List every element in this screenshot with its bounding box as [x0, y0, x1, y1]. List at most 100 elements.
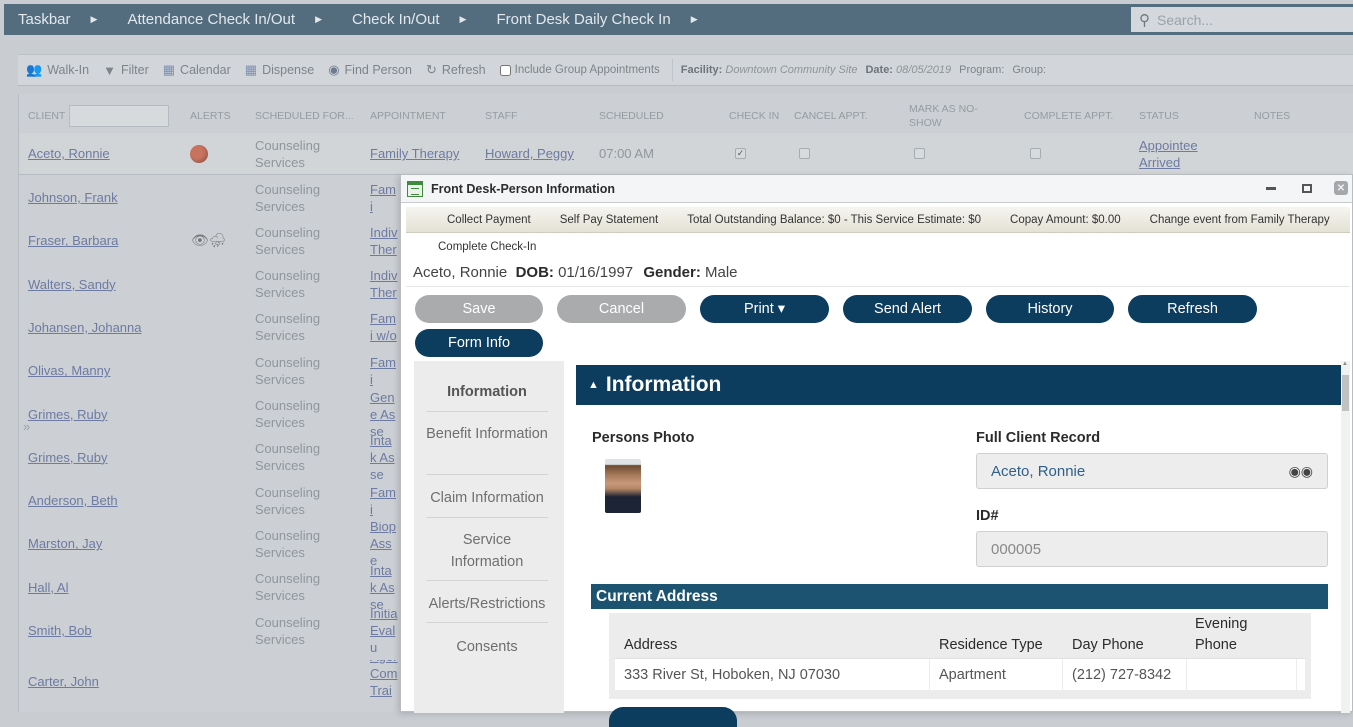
self-pay-statement-button[interactable]: Self Pay Statement: [560, 214, 658, 226]
minimize-button[interactable]: [1262, 179, 1280, 197]
client-link[interactable]: Carter, John: [28, 673, 99, 690]
find-person-button[interactable]: ◉ Find Person: [328, 62, 412, 78]
appointment-link[interactable]: Gene Asse: [370, 393, 398, 436]
client-link[interactable]: Johansen, Johanna: [28, 319, 141, 336]
include-group-checkbox[interactable]: [499, 64, 511, 76]
full-client-record-field[interactable]: Aceto, Ronnie ◉◉: [976, 453, 1328, 489]
search-input[interactable]: [1157, 11, 1337, 28]
breadcrumb-label[interactable]: Front Desk Daily Check In: [496, 11, 670, 28]
column-cancel-appt[interactable]: CANCEL APPT.: [794, 94, 868, 138]
nav-alerts-restrictions[interactable]: Alerts/Restrictions: [426, 593, 548, 615]
column-check-in[interactable]: CHECK IN: [729, 94, 779, 138]
column-alerts[interactable]: ALERTS: [190, 94, 231, 138]
client-link[interactable]: Anderson, Beth: [28, 492, 118, 509]
cancel-appt-checkbox[interactable]: [799, 148, 810, 159]
client-link[interactable]: Smith, Bob: [28, 622, 92, 639]
table-row[interactable]: Aceto, Ronnie Counseling Services Family…: [19, 133, 1353, 175]
dialog-titlebar[interactable]: Front Desk-Person Information ✕: [401, 175, 1352, 203]
walk-in-button[interactable]: 👥 Walk-In: [26, 62, 89, 78]
client-link[interactable]: Aceto, Ronnie: [28, 145, 110, 162]
nav-information[interactable]: Information: [426, 381, 548, 403]
form-info-button[interactable]: Form Info: [415, 329, 543, 357]
expand-panel-icon[interactable]: »: [23, 419, 30, 434]
breadcrumb-label[interactable]: Attendance Check In/Out: [127, 11, 295, 28]
client-link[interactable]: Walters, Sandy: [28, 276, 116, 293]
id-field[interactable]: 000005: [976, 531, 1328, 567]
eye-storm-icon[interactable]: 👁⛈: [191, 219, 227, 262]
appointment-link[interactable]: Fami w/o: [370, 310, 398, 344]
nav-claim-information[interactable]: Claim Information: [426, 487, 548, 509]
scrollbar-thumb[interactable]: [1342, 375, 1349, 411]
red-alert-icon[interactable]: [190, 144, 208, 163]
nav-consents[interactable]: Consents: [426, 636, 548, 658]
status-link[interactable]: Appointee Arrived: [1139, 137, 1209, 171]
collect-payment-button[interactable]: Collect Payment: [447, 214, 531, 226]
appointment-link[interactable]: Initia Evalu: [370, 609, 398, 652]
no-show-checkbox[interactable]: [914, 148, 925, 159]
nav-divider: [426, 580, 548, 581]
nav-benefit-information[interactable]: Benefit Information: [426, 423, 548, 445]
dispense-button[interactable]: ▦ Dispense: [245, 62, 314, 78]
save-button[interactable]: Save: [415, 295, 543, 323]
information-section-header[interactable]: ▲ Information: [576, 365, 1344, 405]
appointment-link[interactable]: Fami: [370, 354, 398, 388]
appointment-link[interactable]: Fami: [370, 181, 398, 215]
appointment-link[interactable]: Family Therapy: [370, 145, 459, 162]
print-button[interactable]: Print ▾: [700, 295, 829, 323]
client-link[interactable]: Olivas, Manny: [28, 362, 110, 379]
column-client[interactable]: CLIENT: [28, 94, 170, 138]
include-group-appointments-checkbox[interactable]: Include Group Appointments: [499, 64, 660, 76]
appointment-link[interactable]: Biop Asse: [370, 522, 398, 565]
change-event-button[interactable]: Change event from Family Therapy: [1150, 214, 1330, 226]
content-scrollbar[interactable]: ▲: [1341, 361, 1350, 713]
binoculars-icon[interactable]: ◉◉: [1289, 463, 1313, 480]
send-alert-button[interactable]: Send Alert: [843, 295, 972, 323]
appointment-link[interactable]: Intak Asse: [370, 436, 398, 479]
breadcrumb-item-checkinout[interactable]: Check In/Out ▶: [352, 11, 496, 28]
complete-check-in-button[interactable]: Complete Check-In: [438, 241, 536, 253]
client-link[interactable]: Marston, Jay: [28, 535, 102, 552]
complete-appt-checkbox[interactable]: [1030, 148, 1041, 159]
appointment-link[interactable]: Fami: [370, 484, 398, 518]
cancel-button[interactable]: Cancel: [557, 295, 686, 323]
breadcrumb-label[interactable]: Taskbar: [18, 11, 71, 28]
client-filter-input[interactable]: [69, 105, 170, 127]
column-scheduled-for[interactable]: SCHEDULED FOR...: [255, 94, 354, 138]
client-link[interactable]: Fraser, Barbara: [28, 232, 118, 249]
appointment-link[interactable]: Indiv Ther: [370, 224, 398, 258]
client-link[interactable]: Grimes, Ruby: [28, 449, 107, 466]
refresh-button[interactable]: Refresh: [1128, 295, 1257, 323]
client-link[interactable]: Johnson, Frank: [28, 189, 118, 206]
check-in-checkbox[interactable]: ✓: [735, 148, 746, 159]
column-complete-appt[interactable]: COMPLETE APPT.: [1024, 94, 1113, 138]
appointment-link[interactable]: Ager Com Train: [370, 660, 398, 703]
column-no-show[interactable]: MARK AS NO-SHOW: [909, 94, 989, 138]
column-staff[interactable]: STAFF: [485, 94, 517, 138]
triangle-right-icon: ▶: [90, 14, 98, 24]
column-notes[interactable]: NOTES: [1254, 94, 1290, 138]
table-row[interactable]: 333 River St, Hoboken, NJ 07030 Apartmen…: [615, 658, 1305, 691]
scroll-up-icon[interactable]: ▲: [1342, 361, 1348, 367]
address-action-button[interactable]: [609, 707, 737, 727]
search-box[interactable]: ⚲: [1131, 7, 1353, 32]
client-link[interactable]: Grimes, Ruby: [28, 406, 107, 423]
column-appointment[interactable]: APPOINTMENT: [370, 94, 446, 138]
breadcrumb-item-taskbar[interactable]: Taskbar ▶: [4, 11, 127, 28]
breadcrumb-item-attendance[interactable]: Attendance Check In/Out ▶: [127, 11, 352, 28]
column-status[interactable]: STATUS: [1139, 94, 1179, 138]
breadcrumb-label[interactable]: Check In/Out: [352, 11, 440, 28]
breadcrumb-item-frontdesk[interactable]: Front Desk Daily Check In ▶: [496, 11, 727, 28]
refresh-button[interactable]: ↻ Refresh: [426, 62, 486, 78]
close-button[interactable]: ✕: [1334, 181, 1348, 195]
maximize-button[interactable]: [1298, 179, 1316, 197]
column-scheduled[interactable]: SCHEDULED: [599, 94, 664, 138]
filter-button[interactable]: ▼ Filter: [103, 63, 149, 78]
nav-service-information[interactable]: Service Information: [426, 529, 548, 573]
appointment-link[interactable]: Intak Asse: [370, 566, 398, 609]
client-link[interactable]: Hall, Al: [28, 579, 68, 596]
information-section: ▲ Information Persons Photo Full Client R…: [576, 365, 1344, 727]
appointment-link[interactable]: Indiv Ther: [370, 267, 398, 301]
history-button[interactable]: History: [986, 295, 1114, 323]
calendar-button[interactable]: ▦ Calendar: [163, 62, 231, 78]
staff-link[interactable]: Howard, Peggy: [485, 145, 574, 162]
